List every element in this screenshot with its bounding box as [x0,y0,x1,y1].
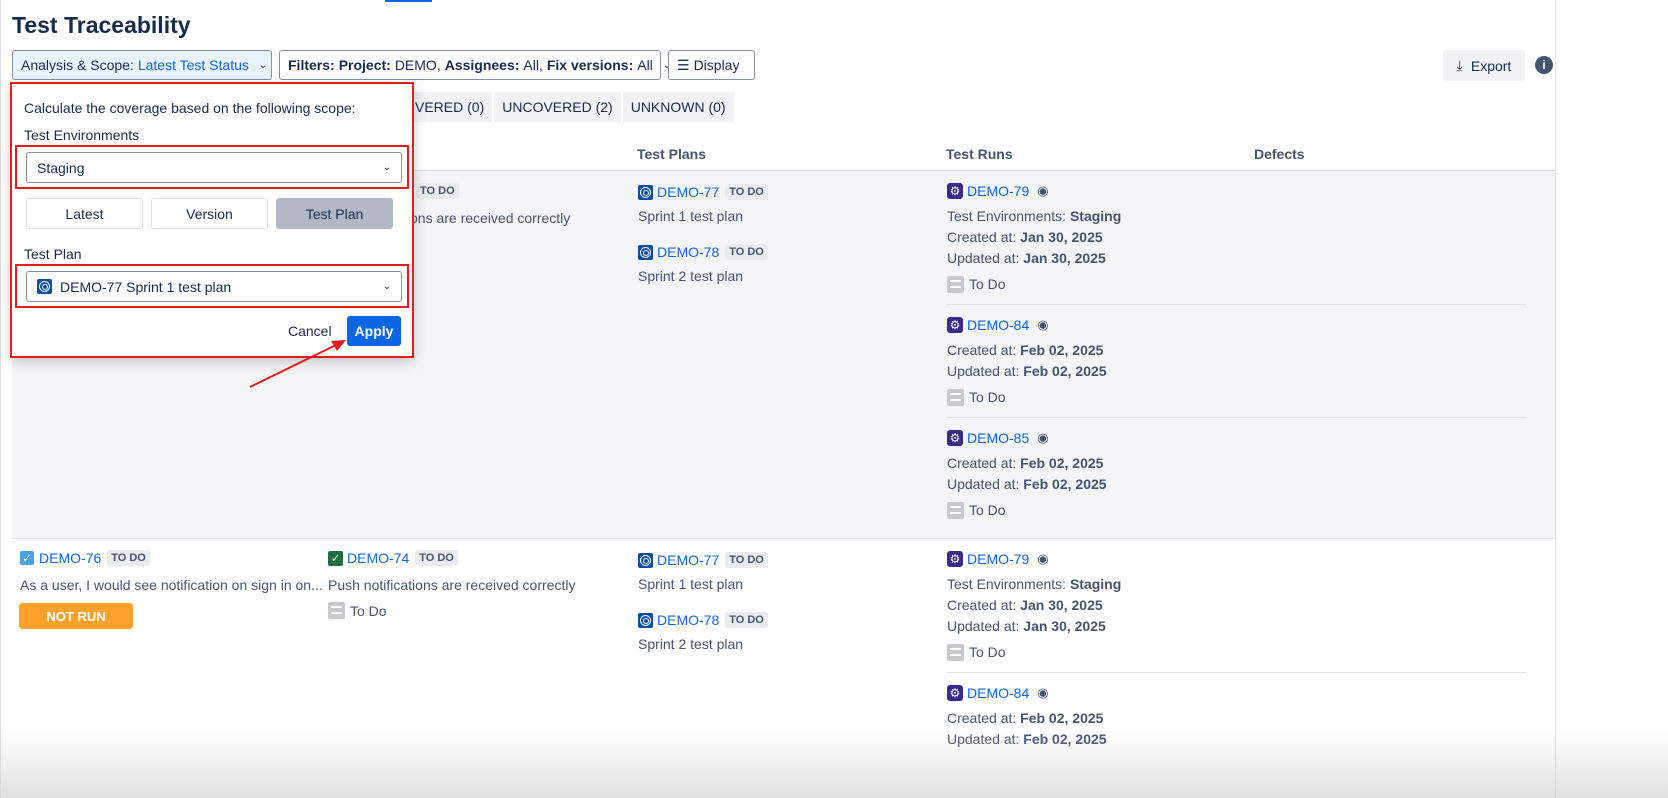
annotation-arrow [249,340,346,388]
